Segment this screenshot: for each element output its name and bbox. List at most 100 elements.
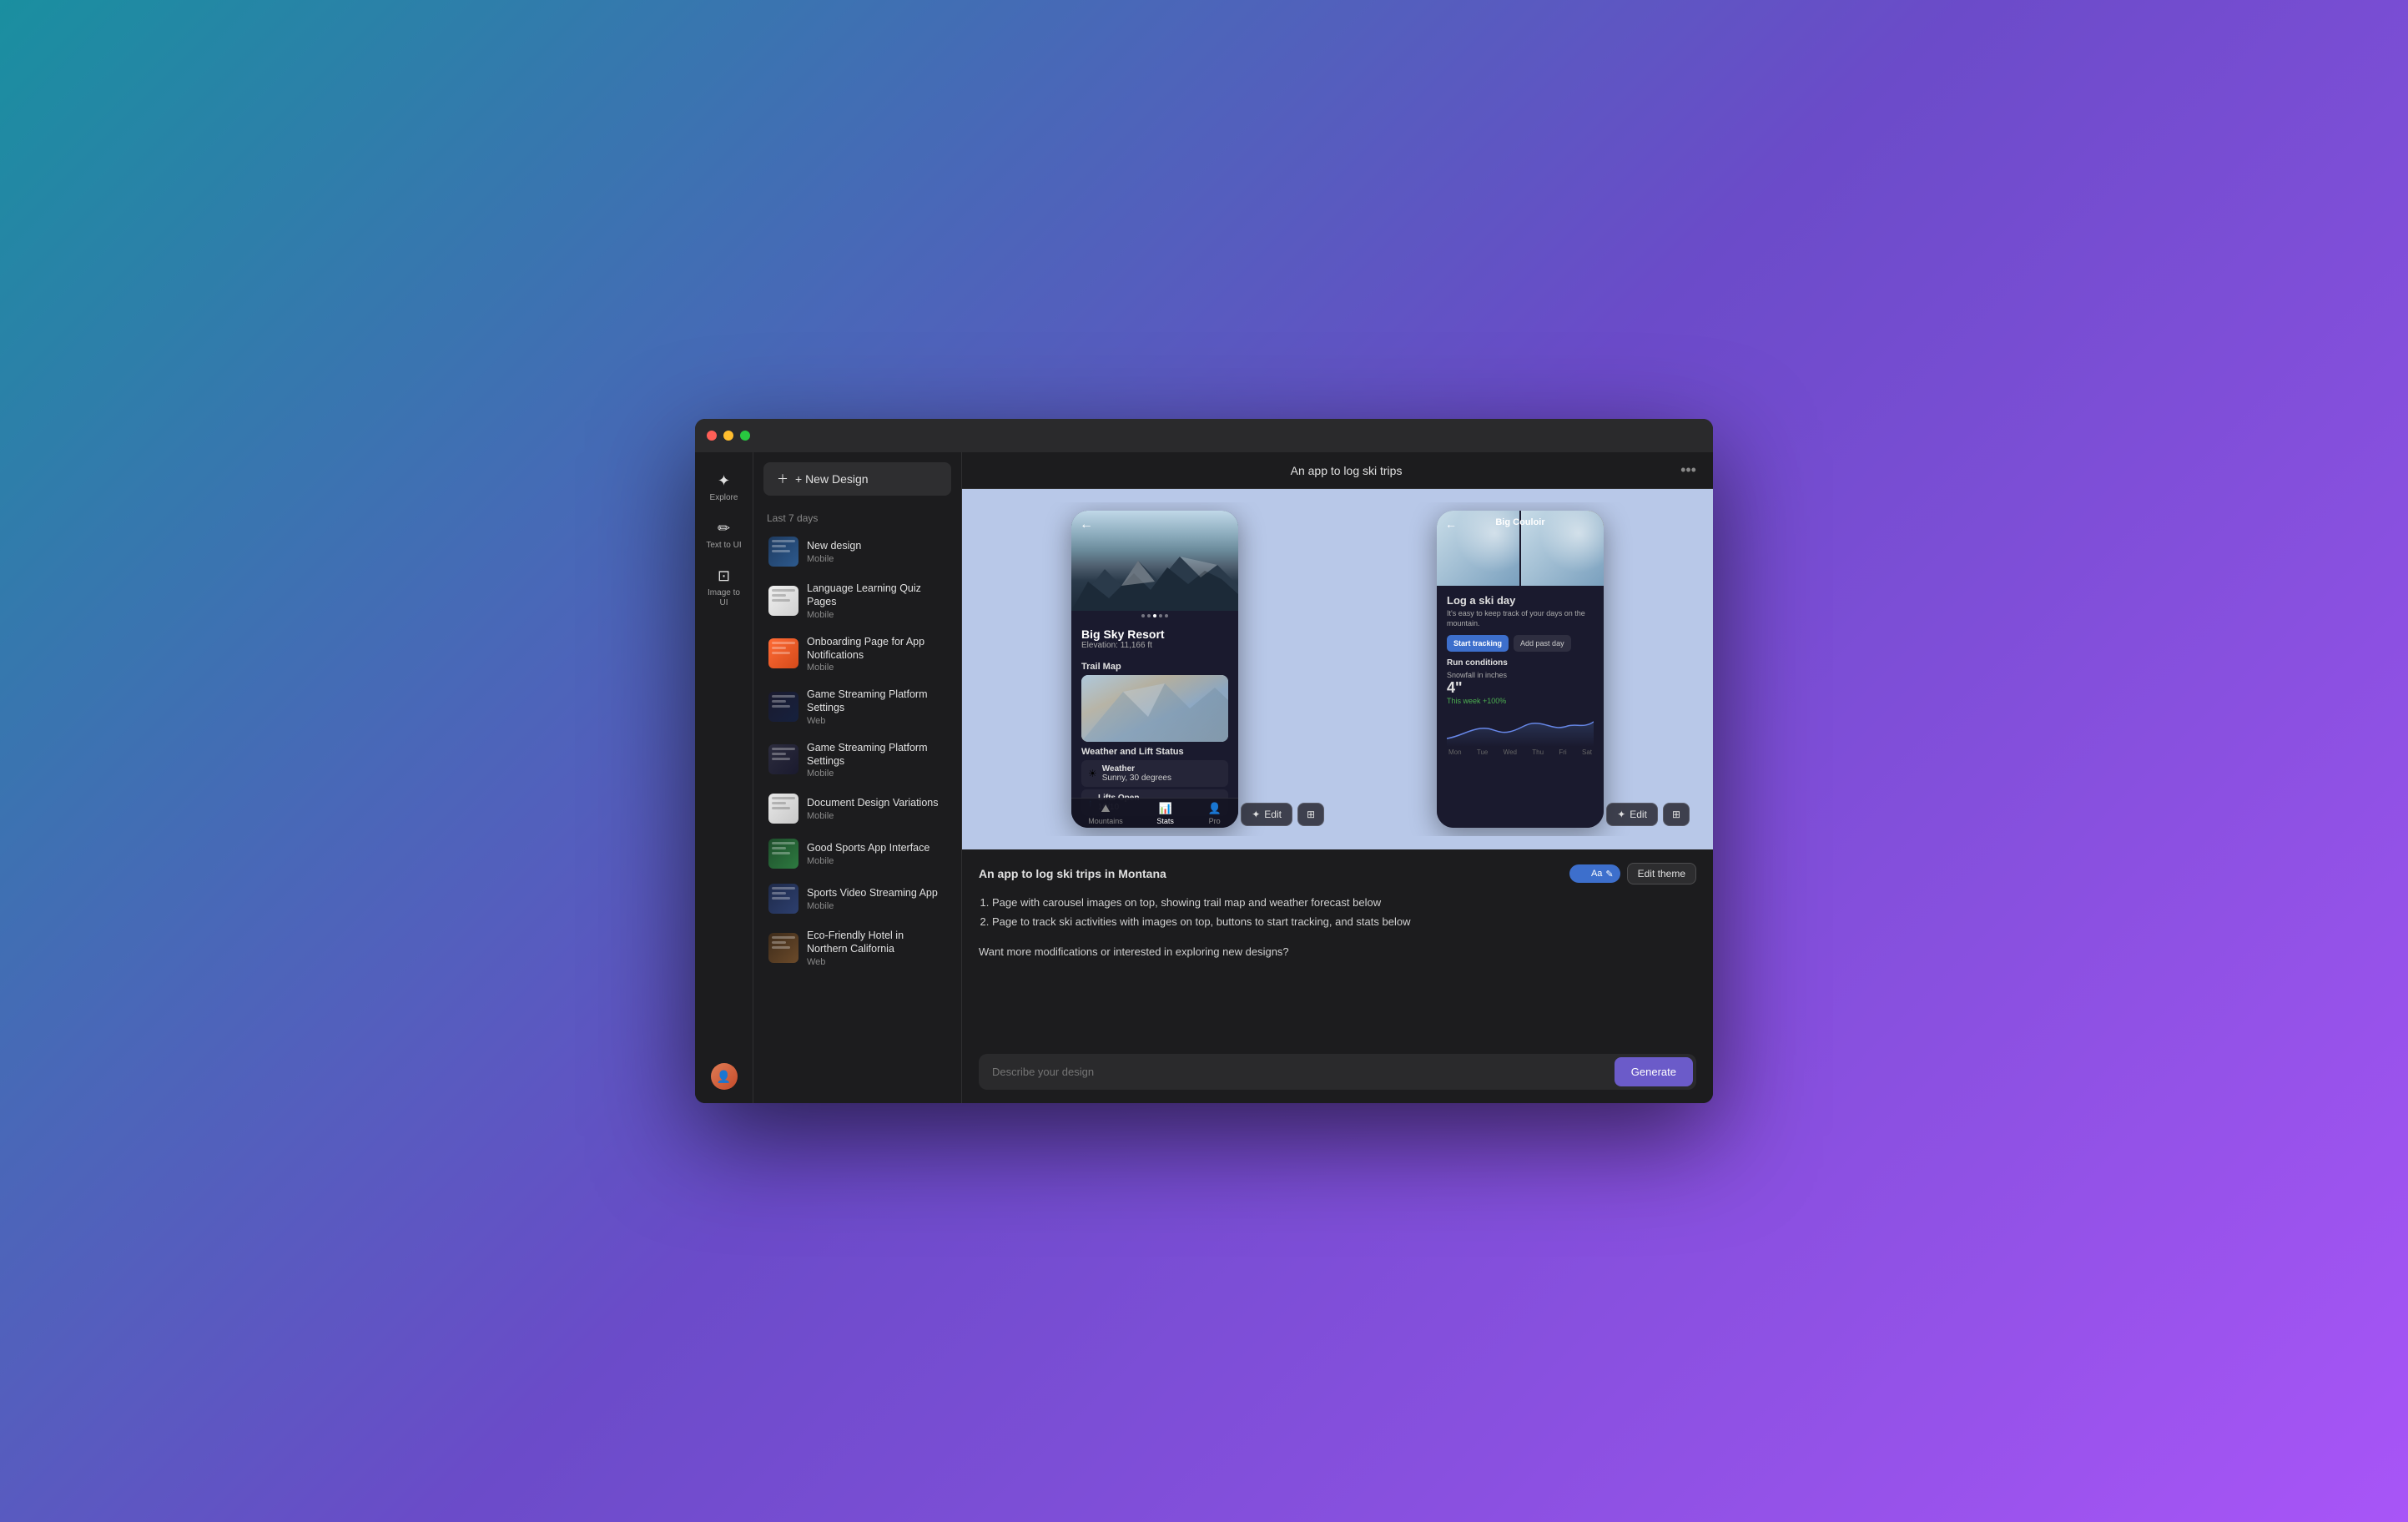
project-thumb-3: [768, 638, 798, 668]
grid-button-1[interactable]: ⊞: [1297, 803, 1324, 826]
project-type-6: Mobile: [807, 811, 946, 821]
project-name-8: Sports Video Streaming App: [807, 886, 946, 900]
generate-button[interactable]: Generate: [1615, 1057, 1693, 1086]
close-dot[interactable]: [707, 431, 717, 441]
theme-toggle[interactable]: Aa ✎: [1569, 864, 1620, 883]
snowfall-change: This week +100%: [1447, 697, 1594, 705]
icon-rail: ✦ Explore ✏ Text to UI ⊡ Image to UI 👤: [695, 452, 753, 1103]
chat-prompt: Want more modifications or interested in…: [979, 945, 1696, 958]
sidebar-item-text-to-ui[interactable]: ✏ Text to UI: [701, 513, 748, 557]
theme-color-swatch: [1576, 868, 1588, 879]
new-design-button[interactable]: ＋ + New Design: [763, 462, 951, 496]
project-thumb-8: [768, 884, 798, 914]
project-info-7: Good Sports App Interface Mobile: [807, 841, 946, 865]
trail-map-image: [1081, 675, 1228, 742]
project-item-2[interactable]: Language Learning Quiz Pages Mobile: [758, 575, 956, 627]
chart-day-mon: Mon: [1448, 748, 1462, 756]
resort-elevation: Elevation: 11,166 ft: [1081, 641, 1228, 650]
text-to-ui-icon: ✏: [718, 520, 730, 537]
sidebar-item-explore[interactable]: ✦ Explore: [701, 466, 748, 510]
dot-1: [1141, 614, 1145, 617]
project-item-1[interactable]: New design Mobile: [758, 530, 956, 573]
snowfall-value: 4": [1447, 679, 1594, 697]
grid-button-2[interactable]: ⊞: [1663, 803, 1690, 826]
edit-theme-button[interactable]: Edit theme: [1627, 863, 1696, 884]
project-name-3: Onboarding Page for App Notifications: [807, 635, 946, 663]
explore-icon: ✦: [718, 472, 730, 490]
carousel-dots: [1071, 611, 1238, 621]
snowfall-chart: [1447, 705, 1594, 747]
chat-controls: Aa ✎ Edit theme: [1569, 863, 1696, 884]
add-past-day-button[interactable]: Add past day: [1514, 635, 1571, 652]
chat-description-list: Page with carousel images on top, showin…: [979, 893, 1696, 932]
project-item-5[interactable]: Game Streaming Platform Settings Mobile: [758, 734, 956, 786]
input-bar: Generate: [979, 1054, 1696, 1090]
more-menu-icon[interactable]: •••: [1680, 461, 1696, 479]
start-tracking-button[interactable]: Start tracking: [1447, 635, 1509, 652]
theme-aa-label: Aa: [1591, 869, 1602, 879]
project-name-5: Game Streaming Platform Settings: [807, 741, 946, 769]
chart-days: Mon Tue Wed Thu Fri Sat: [1447, 748, 1594, 756]
chat-list-item-2: Page to track ski activities with images…: [992, 912, 1696, 931]
phone-mockup-2: ← Big Couloir Log a ski day It's easy to…: [1437, 511, 1604, 828]
project-sidebar: ＋ + New Design Last 7 days New design Mo…: [753, 452, 962, 1103]
project-info-8: Sports Video Streaming App Mobile: [807, 886, 946, 910]
project-item-3[interactable]: Onboarding Page for App Notifications Mo…: [758, 628, 956, 680]
ski-day-screen: ← Big Couloir Log a ski day It's easy to…: [1437, 511, 1604, 828]
ski-resort-screen: ← Big Sky: [1071, 511, 1238, 828]
back-arrow-icon[interactable]: ←: [1080, 517, 1093, 532]
new-design-plus-icon: ＋: [777, 471, 788, 487]
grid-icon-1: ⊞: [1307, 809, 1315, 820]
project-type-5: Mobile: [807, 769, 946, 779]
preview-actions-1: ✦ Edit ⊞: [1241, 803, 1324, 826]
dot-5: [1165, 614, 1168, 617]
project-info-3: Onboarding Page for App Notifications Mo…: [807, 635, 946, 673]
project-item-7[interactable]: Good Sports App Interface Mobile: [758, 832, 956, 875]
edit-button-1[interactable]: ✦ Edit: [1241, 803, 1292, 826]
image-to-ui-icon: ⊡: [718, 567, 730, 585]
tab-pro-label: Pro: [1209, 817, 1221, 825]
ski2-content: Log a ski day It's easy to keep track of…: [1437, 586, 1604, 764]
snowfall-label: Snowfall in inches: [1447, 671, 1594, 679]
ski2-buttons: Start tracking Add past day: [1447, 635, 1594, 652]
project-item-9[interactable]: Eco-Friendly Hotel in Northern Californi…: [758, 922, 956, 974]
previews-area: ← Big Sky: [962, 489, 1713, 849]
edit-wand-icon-2: ✦: [1617, 809, 1625, 820]
project-item-6[interactable]: Document Design Variations Mobile: [758, 787, 956, 830]
dot-4: [1159, 614, 1162, 617]
edit-button-2[interactable]: ✦ Edit: [1606, 803, 1658, 826]
chart-day-wed: Wed: [1504, 748, 1517, 756]
project-info-6: Document Design Variations Mobile: [807, 796, 946, 820]
project-type-8: Mobile: [807, 901, 946, 911]
back-arrow2-icon[interactable]: ←: [1445, 517, 1457, 531]
design-input[interactable]: [979, 1056, 1611, 1088]
main-header: An app to log ski trips •••: [962, 452, 1713, 489]
tab-mountains-label: Mountains: [1088, 817, 1123, 825]
project-type-2: Mobile: [807, 610, 946, 620]
project-thumb-2: [768, 586, 798, 616]
maximize-dot[interactable]: [740, 431, 750, 441]
project-type-9: Web: [807, 957, 946, 967]
avatar[interactable]: 👤: [711, 1063, 738, 1090]
ski2-title: Log a ski day: [1447, 594, 1594, 607]
tab-stats[interactable]: 📊 Stats: [1156, 802, 1174, 825]
project-item-8[interactable]: Sports Video Streaming App Mobile: [758, 877, 956, 920]
project-item-4[interactable]: Game Streaming Platform Settings Web: [758, 681, 956, 733]
weather-desc: Sunny, 30 degrees: [1102, 774, 1171, 783]
ski-hero-image: ←: [1071, 511, 1238, 611]
generate-label: Generate: [1631, 1066, 1676, 1078]
sidebar-item-image-to-ui[interactable]: ⊡ Image to UI: [701, 561, 748, 615]
user-avatar[interactable]: 👤: [711, 1063, 738, 1090]
tab-mountains[interactable]: ⛰ Mountains: [1088, 802, 1123, 825]
weather-lift-label: Weather and Lift Status: [1081, 747, 1228, 757]
tab-pro[interactable]: 👤 Pro: [1207, 802, 1221, 825]
chat-area: An app to log ski trips in Montana Aa ✎ …: [962, 849, 1713, 1054]
chat-list-item-1: Page with carousel images on top, showin…: [992, 893, 1696, 912]
chat-header: An app to log ski trips in Montana Aa ✎ …: [979, 863, 1696, 884]
weather-sun-icon: ☀: [1088, 768, 1097, 779]
tab-bar-1: ⛰ Mountains 📊 Stats 👤 Pro: [1071, 798, 1238, 828]
edit-theme-label: Edit theme: [1638, 868, 1685, 879]
minimize-dot[interactable]: [723, 431, 733, 441]
project-type-3: Mobile: [807, 663, 946, 673]
project-thumb-7: [768, 839, 798, 869]
